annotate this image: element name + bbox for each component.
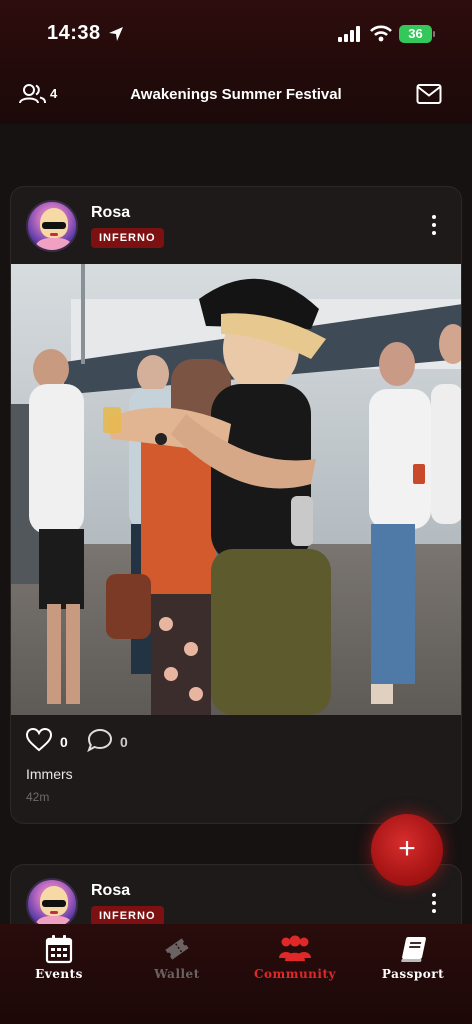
- location-arrow-icon: [109, 27, 123, 41]
- like-count: 0: [60, 734, 68, 750]
- avatar[interactable]: [26, 878, 78, 924]
- people-icon: [279, 935, 311, 961]
- more-options-icon[interactable]: [427, 215, 441, 237]
- battery-level: 36: [408, 26, 423, 41]
- community-feed[interactable]: Rosa INFERNO 0 0 Immers 42m Rosa INFERNO: [0, 124, 472, 924]
- tab-community[interactable]: Community: [236, 934, 354, 981]
- tab-label: Passport: [381, 967, 445, 981]
- page-title: Awakenings Summer Festival: [130, 86, 342, 103]
- battery-tip: [433, 31, 435, 37]
- ticket-icon: [165, 938, 189, 960]
- book-icon: [401, 937, 426, 962]
- post-photo: [11, 264, 461, 715]
- wifi-icon: [370, 25, 392, 42]
- add-post-button[interactable]: +: [371, 814, 443, 886]
- calendar-icon: [45, 935, 73, 964]
- tab-label: Wallet: [154, 967, 200, 981]
- post-card[interactable]: Rosa INFERNO: [10, 186, 462, 824]
- post-author[interactable]: Rosa: [91, 204, 130, 222]
- post-actions: 0 0: [26, 728, 226, 754]
- nav-bar: 4 Awakenings Summer Festival: [0, 80, 472, 110]
- cellular-signal-icon: [338, 26, 360, 42]
- status-bar: 14:38 36: [0, 22, 472, 48]
- comment-icon[interactable]: [87, 728, 113, 752]
- mail-icon[interactable]: [416, 83, 442, 105]
- tab-wallet[interactable]: Wallet: [118, 934, 236, 981]
- comment-count: 0: [120, 734, 128, 750]
- post-timestamp: 42m: [26, 790, 50, 804]
- plus-icon: +: [398, 832, 416, 865]
- battery-icon: 36: [399, 25, 432, 43]
- post-caption: Immers: [26, 766, 73, 782]
- avatar[interactable]: [26, 200, 78, 252]
- tab-passport[interactable]: Passport: [354, 934, 472, 981]
- top-bar: 14:38 36 4 Awakenings Summer Festival: [0, 0, 472, 124]
- more-options-icon[interactable]: [427, 893, 441, 915]
- status-badge: INFERNO: [91, 228, 164, 248]
- tab-label: Events: [35, 967, 83, 981]
- status-time: 14:38: [47, 22, 101, 44]
- tab-label: Community: [254, 967, 336, 981]
- post-author[interactable]: Rosa: [91, 882, 130, 900]
- heart-icon[interactable]: [26, 728, 52, 752]
- tab-bar: Events Wallet Community Passport: [0, 924, 472, 1024]
- tab-events[interactable]: Events: [0, 934, 118, 981]
- status-badge: INFERNO: [91, 906, 164, 924]
